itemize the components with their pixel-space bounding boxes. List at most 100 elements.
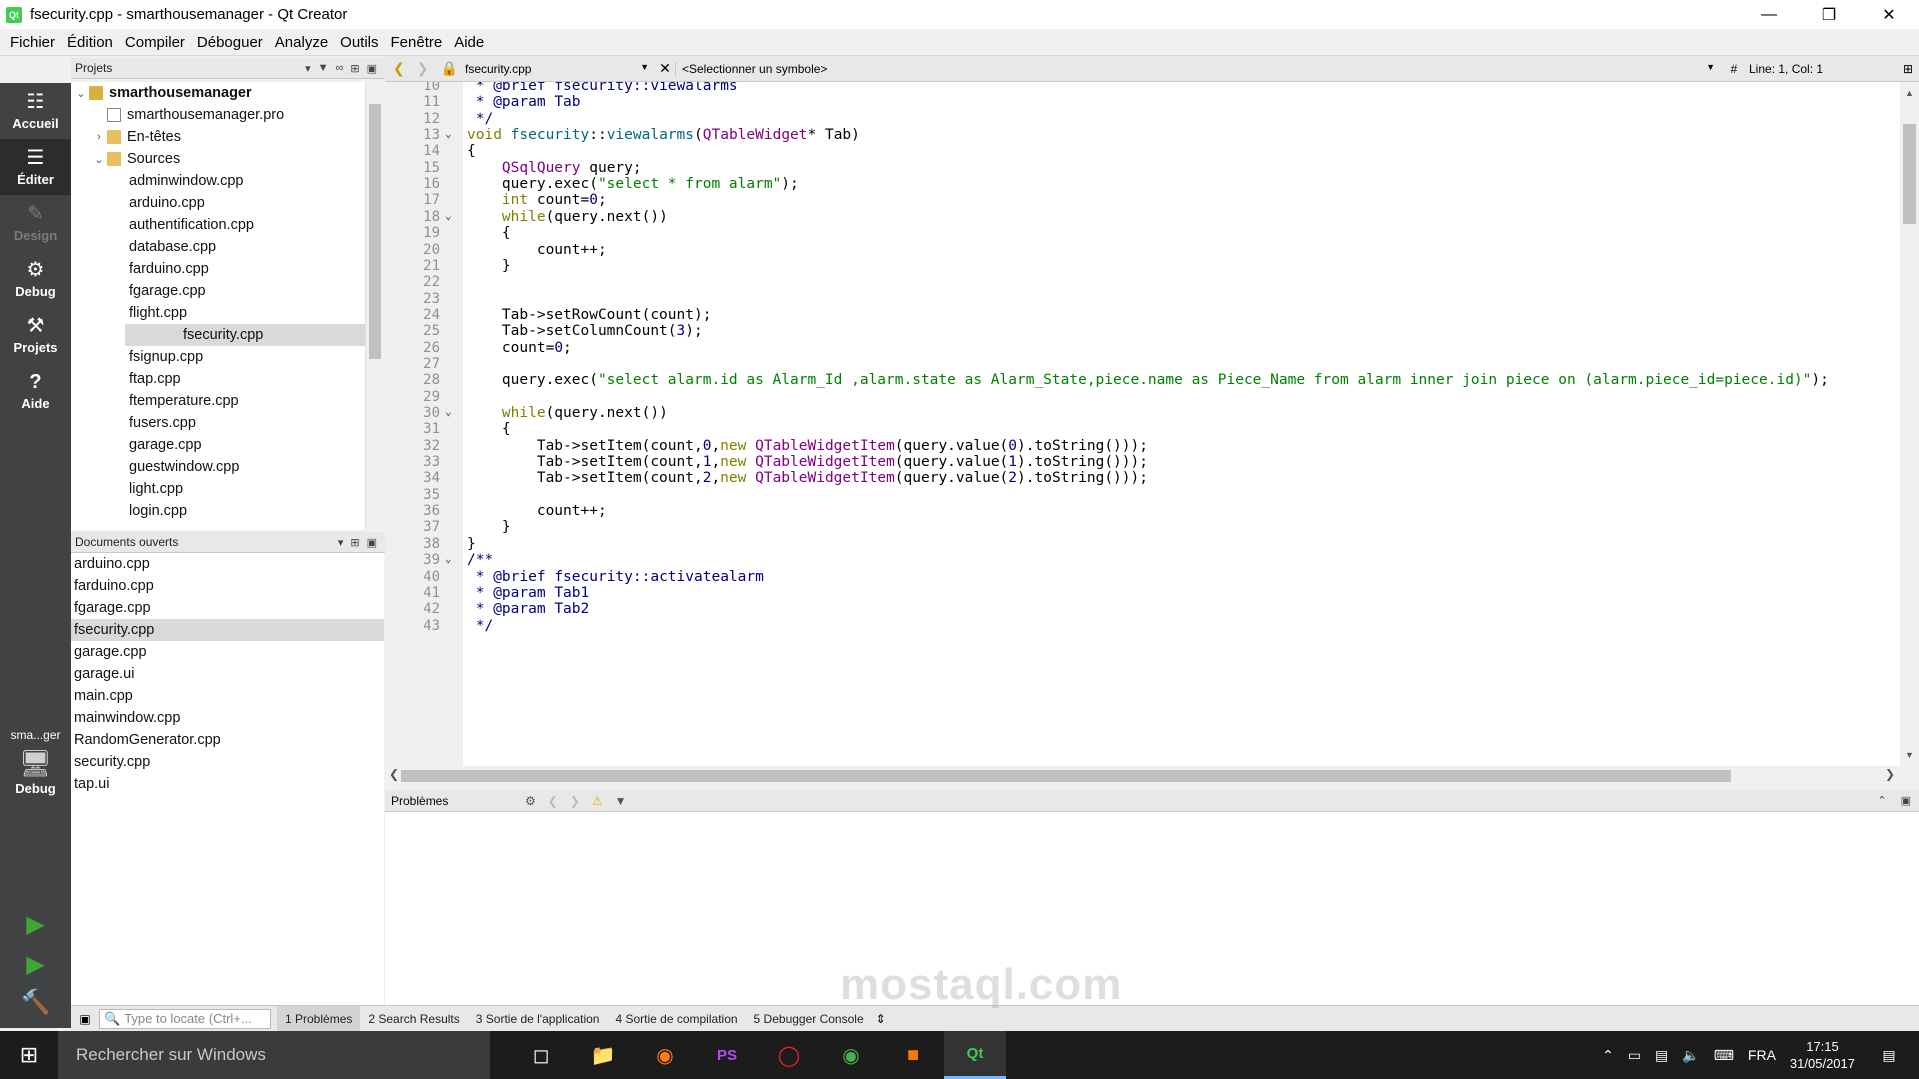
fold-arrow-icon[interactable]: ⌄ <box>445 209 452 222</box>
close-button[interactable]: ✕ <box>1859 0 1919 29</box>
code-line[interactable]: query.exec("select * from alarm"); <box>467 176 799 192</box>
code-line[interactable]: } <box>467 519 511 535</box>
tree-file-item[interactable]: fsecurity.cpp <box>125 324 365 346</box>
target-selector[interactable]: sma...ger 🖥 Debug <box>0 728 71 796</box>
language-indicator[interactable]: FRA <box>1748 1047 1776 1063</box>
toggle-sidebar-icon[interactable]: ▣ <box>71 1012 99 1026</box>
open-document-item[interactable]: garage.ui <box>71 663 384 685</box>
code-line[interactable]: * @param Tab2 <box>467 601 590 617</box>
project-tree-scrollbar[interactable] <box>365 82 383 530</box>
fold-arrow-icon[interactable]: ⌄ <box>445 127 452 140</box>
tree-file-item[interactable]: database.cpp <box>71 236 365 258</box>
fold-arrow-icon[interactable]: ⌄ <box>445 552 452 565</box>
tree-file-item[interactable]: flight.cpp <box>71 302 365 324</box>
menu-3[interactable]: Déboguer <box>191 34 269 51</box>
keyboard-icon[interactable]: ⌨ <box>1714 1047 1734 1064</box>
tree-file-item[interactable]: authentification.cpp <box>71 214 365 236</box>
open-document-item[interactable]: arduino.cpp <box>71 553 384 575</box>
code-line[interactable]: Tab->setItem(count,1,new QTableWidgetIte… <box>467 454 1148 470</box>
windows-search-box[interactable]: Rechercher sur Windows <box>58 1031 490 1079</box>
line-col-indicator[interactable]: Line: 1, Col: 1 <box>1743 62 1823 76</box>
scroll-thumb[interactable] <box>1903 124 1916 224</box>
open-document-item[interactable]: fgarage.cpp <box>71 597 384 619</box>
qt-creator-icon[interactable]: Qt <box>944 1031 1006 1079</box>
code-line[interactable]: */ <box>467 618 493 634</box>
menu-6[interactable]: Fenêtre <box>385 34 449 51</box>
split-icon[interactable]: ⊞ <box>350 536 359 549</box>
run-button[interactable]: ▶ <box>0 910 71 939</box>
open-document-item[interactable]: mainwindow.cpp <box>71 707 384 729</box>
mode-debug[interactable]: ⚙ Debug <box>0 251 71 307</box>
code-line[interactable]: /** <box>467 552 493 568</box>
code-line[interactable]: while(query.next()) <box>467 209 668 225</box>
back-arrow-icon[interactable]: ❮ <box>393 60 405 77</box>
symbol-combo[interactable]: <Selectionner un symbole> ▼ <box>675 61 1725 76</box>
mode-éditer[interactable]: ☰ Éditer <box>0 139 71 195</box>
open-document-item[interactable]: tap.ui <box>71 773 384 795</box>
scroll-down-icon[interactable]: ▼ <box>1900 750 1919 760</box>
phpstorm-icon[interactable]: PS <box>696 1031 758 1079</box>
code-line[interactable]: Tab->setRowCount(count); <box>467 307 712 323</box>
code-editor[interactable]: 10 11 12 13 ⌄ 14 15 16 17 18 ⌄ 19 20 21 22 23 24 25 26 27 28… <box>385 82 1900 766</box>
locator-input[interactable]: 🔍 Type to locate (Ctrl+... <box>99 1008 271 1029</box>
tree-file-item[interactable]: fusers.cpp <box>71 412 365 434</box>
tree-node-folder[interactable]: › En-têtes <box>71 126 365 148</box>
tree-file-item[interactable]: adminwindow.cpp <box>71 170 365 192</box>
code-line[interactable]: void fsecurity::viewalarms(QTableWidget*… <box>467 127 860 143</box>
code-line[interactable]: Tab->setColumnCount(3); <box>467 323 703 339</box>
view-dropdown[interactable]: ▾ <box>338 536 344 549</box>
code-line[interactable]: Tab->setItem(count,0,new QTableWidgetIte… <box>467 438 1148 454</box>
chevron-down-icon[interactable]: ⌄ <box>91 153 107 166</box>
menu-4[interactable]: Analyze <box>269 34 334 51</box>
tree-file-item[interactable]: light.cpp <box>71 478 365 500</box>
next-icon[interactable]: ❯ <box>570 794 580 808</box>
filter-icon[interactable]: ▼ <box>318 62 329 75</box>
editor-horizontal-scrollbar[interactable]: ❮ ❯ <box>385 766 1900 785</box>
mode-aide[interactable]: ? Aide <box>0 363 71 419</box>
network-icon[interactable]: ▤ <box>1655 1047 1668 1064</box>
code-line[interactable]: query.exec("select alarm.id as Alarm_Id … <box>467 372 1829 388</box>
code-line[interactable]: } <box>467 536 476 552</box>
opera-icon[interactable]: ◯ <box>758 1031 820 1079</box>
minimize-button[interactable]: — <box>1739 0 1799 29</box>
filter-icon[interactable]: ▼ <box>615 794 627 808</box>
tree-file-item[interactable]: arduino.cpp <box>71 192 365 214</box>
file-combo[interactable]: fsecurity.cpp ▼ <box>455 62 655 76</box>
code-line[interactable]: Tab->setItem(count,2,new QTableWidgetIte… <box>467 470 1148 486</box>
tree-node-folder[interactable]: ⌄ Sources <box>71 148 365 170</box>
forward-arrow-icon[interactable]: ❯ <box>417 60 429 77</box>
prev-icon[interactable]: ❮ <box>548 794 558 808</box>
build-button[interactable]: 🔨 <box>0 988 71 1017</box>
close-document-icon[interactable]: ✕ <box>655 60 675 77</box>
code-line[interactable]: { <box>467 225 511 241</box>
output-tab-3[interactable]: 3 Sortie de l'application <box>468 1006 608 1032</box>
scroll-thumb[interactable] <box>369 104 381 359</box>
tree-node-project[interactable]: ⌄ smarthousemanager <box>71 82 365 104</box>
chevron-up-icon[interactable]: ⌃ <box>1602 1047 1614 1064</box>
split-icon[interactable]: ⊞ <box>1903 62 1919 76</box>
output-tab-2[interactable]: 2 Search Results <box>360 1006 467 1032</box>
tree-file-item[interactable]: garage.cpp <box>71 434 365 456</box>
tree-file-item[interactable]: fgarage.cpp <box>71 280 365 302</box>
code-line[interactable]: count=0; <box>467 340 572 356</box>
code-line[interactable]: { <box>467 143 476 159</box>
scroll-up-icon[interactable]: ▲ <box>1900 88 1919 98</box>
menu-2[interactable]: Compiler <box>119 34 191 51</box>
menu-1[interactable]: Édition <box>61 34 119 51</box>
mode-accueil[interactable]: ☷ Accueil <box>0 83 71 139</box>
scroll-thumb[interactable] <box>401 770 1731 782</box>
clear-icon[interactable]: ⚙ <box>525 794 536 808</box>
code-line[interactable]: { <box>467 421 511 437</box>
open-document-item[interactable]: security.cpp <box>71 751 384 773</box>
tree-file-item[interactable]: guestwindow.cpp <box>71 456 365 478</box>
code-line[interactable]: * @brief fsecurity::activatealarm <box>467 569 764 585</box>
menu-7[interactable]: Aide <box>448 34 490 51</box>
output-tab-1[interactable]: 1 Problèmes <box>277 1005 361 1032</box>
scroll-left-icon[interactable]: ❮ <box>389 767 399 781</box>
close-pane-icon[interactable]: ▣ <box>367 536 377 549</box>
chevron-right-icon[interactable]: › <box>91 131 107 143</box>
firefox-icon[interactable]: ◉ <box>634 1031 696 1079</box>
tree-file-item[interactable]: ftemperature.cpp <box>71 390 365 412</box>
orange-icon[interactable]: ■ <box>882 1031 944 1079</box>
editor-vertical-scrollbar[interactable]: ▲ ▼ <box>1900 82 1919 766</box>
